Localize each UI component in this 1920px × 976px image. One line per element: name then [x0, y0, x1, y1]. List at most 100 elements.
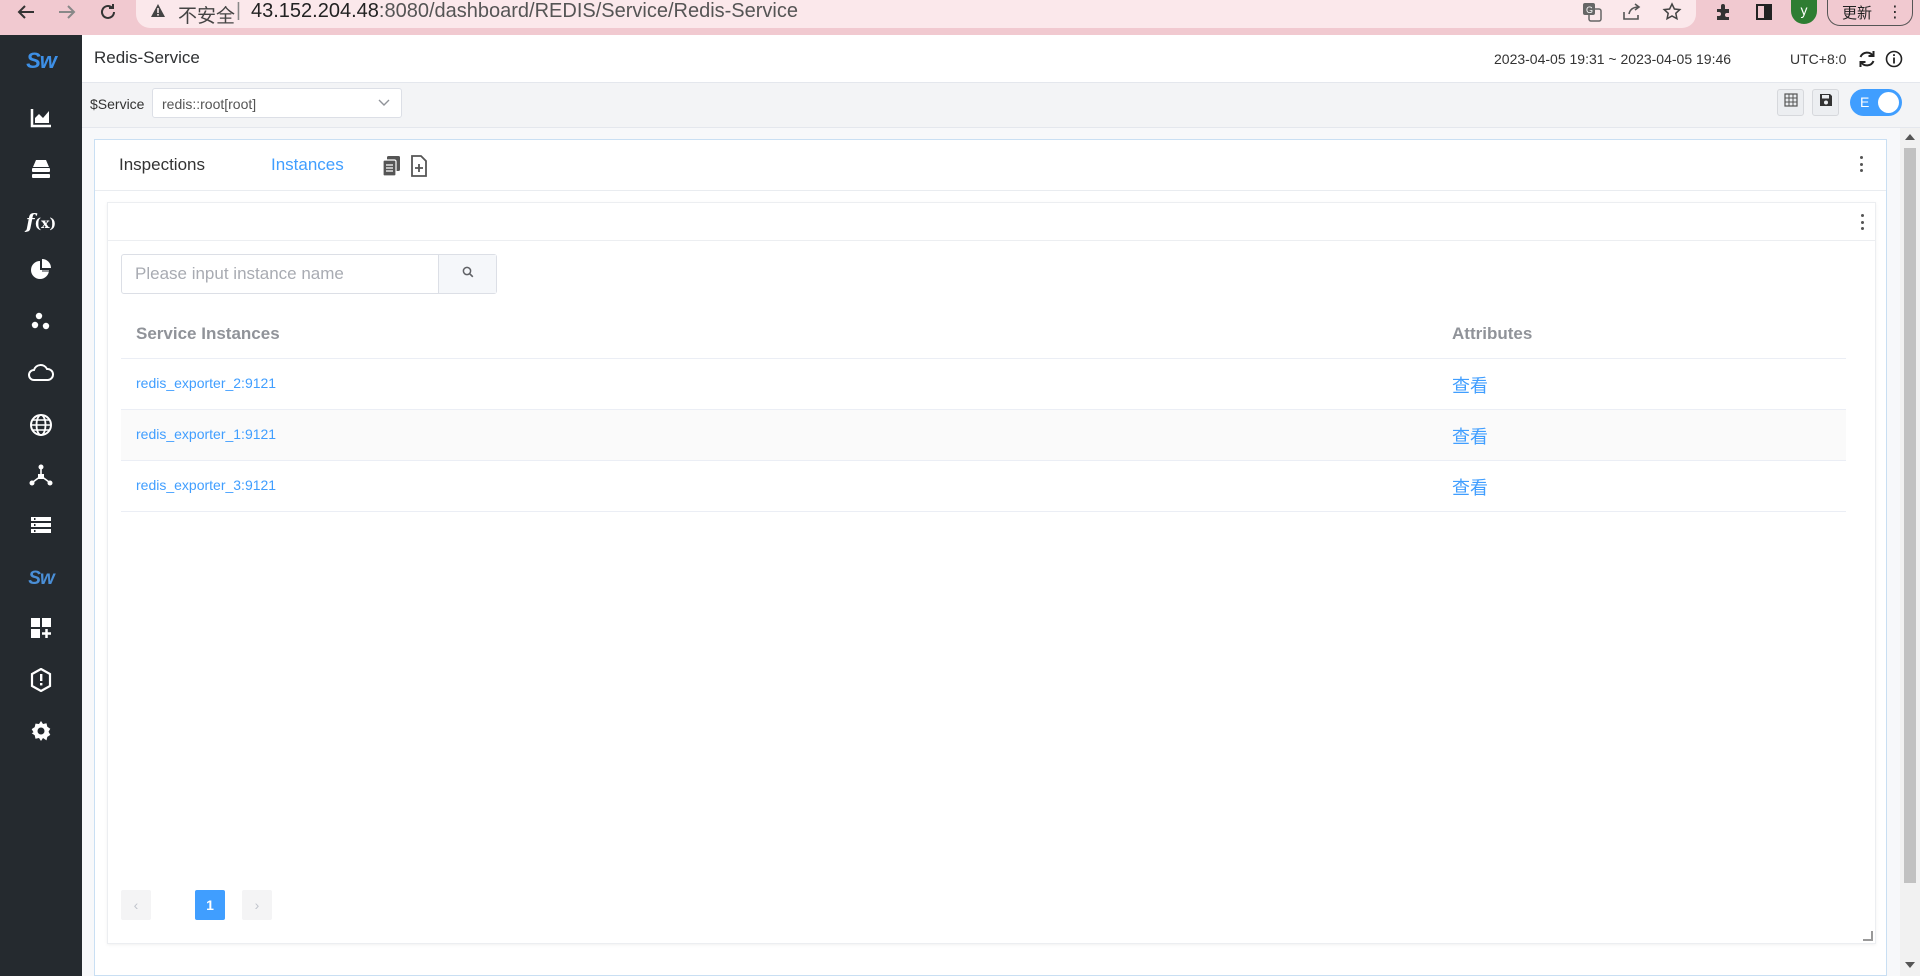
widget-header	[108, 203, 1875, 241]
cloud-icon	[27, 363, 55, 387]
sidebar-item-settings[interactable]	[0, 713, 82, 753]
widget-tabs: Inspections Instances	[95, 140, 1886, 191]
tab-widget: Inspections Instances Please input insta…	[94, 139, 1887, 976]
insecure-label[interactable]: 不安全	[178, 1, 235, 28]
translate-icon[interactable]: G	[1581, 0, 1603, 24]
scroll-down-arrow-icon[interactable]	[1905, 962, 1915, 968]
sidebar-item-alerting[interactable]	[0, 662, 82, 702]
table-row: redis_exporter_2:9121 查看	[121, 359, 1846, 410]
extensions-icon[interactable]	[1713, 0, 1735, 24]
service-select-value: redis::root[root]	[162, 96, 257, 112]
settings-icon	[29, 719, 53, 748]
service-select[interactable]: redis::root[root]	[152, 88, 402, 118]
instances-table: Service Instances Attributes redis_expor…	[121, 308, 1846, 512]
skywalking-icon: Sw	[28, 568, 54, 589]
app-main: Redis-Service 2023-04-05 19:31 ~ 2023-04…	[82, 35, 1920, 976]
grid-icon	[1783, 93, 1798, 112]
save-button[interactable]	[1812, 89, 1839, 116]
instance-link[interactable]: redis_exporter_3:9121	[136, 477, 276, 493]
instance-list-widget: Service Instances Attributes redis_expor…	[107, 202, 1876, 944]
sidebar-item-general[interactable]	[0, 100, 82, 140]
prev-page-button[interactable]: ‹	[121, 890, 151, 920]
info-icon[interactable]	[1884, 49, 1904, 69]
view-attributes-link[interactable]: 查看	[1452, 372, 1488, 398]
page-scrollbar[interactable]	[1900, 128, 1920, 976]
alert-icon	[30, 667, 52, 697]
share-icon[interactable]	[1621, 0, 1643, 24]
chart-area-icon	[30, 108, 52, 133]
view-attributes-link[interactable]: 查看	[1452, 423, 1488, 449]
page: 不安全 | 43.152.204.48:8080/dashboard/REDIS…	[0, 0, 1920, 976]
globe-icon	[29, 413, 53, 442]
dashboard-toolbar: $Service redis::root[root] E	[82, 83, 1920, 128]
url-host: 43.152.204.48	[251, 0, 379, 22]
side-panel-icon[interactable]	[1753, 0, 1775, 24]
add-tab-icon[interactable]	[410, 155, 430, 177]
tab-instances[interactable]: Instances	[271, 155, 344, 175]
sidebar-item-database[interactable]	[0, 151, 82, 191]
url-path: :8080/dashboard/REDIS/Service/Redis-Serv…	[378, 0, 798, 22]
scrollbar-thumb[interactable]	[1904, 148, 1916, 883]
scroll-up-arrow-icon[interactable]	[1905, 134, 1915, 140]
pie-chart-icon	[30, 258, 52, 286]
edit-mode-toggle[interactable]: E	[1850, 89, 1902, 116]
save-icon	[1819, 93, 1833, 112]
table-header: Service Instances Attributes	[121, 308, 1846, 359]
refresh-icon[interactable]	[1857, 49, 1877, 69]
app-header: Redis-Service 2023-04-05 19:31 ~ 2023-04…	[82, 35, 1920, 83]
warning-icon[interactable]	[150, 3, 166, 23]
svg-text:G: G	[1586, 5, 1593, 15]
timezone-label[interactable]: UTC+8:0	[1790, 51, 1846, 67]
page-title: Redis-Service	[94, 48, 200, 67]
add-widget-button[interactable]	[1777, 89, 1804, 116]
sidebar-item-cloud[interactable]	[0, 355, 82, 395]
browser-toolbar: 不安全 | 43.152.204.48:8080/dashboard/REDIS…	[0, 0, 1920, 35]
chevron-down-icon	[377, 95, 391, 114]
cluster-icon	[30, 311, 52, 336]
time-range-picker[interactable]: 2023-04-05 19:31 ~ 2023-04-05 19:46	[1494, 51, 1731, 67]
sidebar-item-functions[interactable]: f(x)	[0, 201, 82, 241]
page-number-current[interactable]: 1	[195, 890, 225, 920]
browser-menu-icon: ⋮	[1887, 4, 1903, 21]
service-variable-label: $Service	[90, 96, 145, 112]
edit-toggle-label: E	[1860, 94, 1870, 110]
back-icon[interactable]	[14, 0, 38, 24]
column-header-instances: Service Instances	[136, 324, 280, 343]
tab-inspections[interactable]: Inspections	[119, 155, 205, 175]
sidebar-item-dashboards[interactable]	[0, 610, 82, 650]
list-icon	[30, 516, 52, 539]
next-page-button[interactable]: ›	[242, 890, 272, 920]
inner-widget-menu-icon[interactable]	[1858, 212, 1866, 232]
table-row: redis_exporter_1:9121 查看	[121, 410, 1846, 461]
skywalking-logo: Sw	[26, 48, 57, 73]
url-text[interactable]: 43.152.204.48:8080/dashboard/REDIS/Servi…	[251, 0, 798, 23]
instance-search	[121, 254, 497, 294]
reload-icon[interactable]	[96, 0, 120, 24]
copy-tab-icon[interactable]	[382, 155, 402, 177]
instance-link[interactable]: redis_exporter_1:9121	[136, 426, 276, 442]
logo[interactable]: Sw	[0, 41, 82, 81]
update-button[interactable]: 更新 ⋮	[1827, 0, 1913, 26]
sidebar: Sw f(x) Sw	[0, 35, 82, 976]
search-input[interactable]	[122, 255, 437, 293]
bookmark-star-icon[interactable]	[1661, 0, 1683, 24]
sidebar-item-skywalking[interactable]: Sw	[0, 559, 82, 599]
profile-avatar[interactable]: y	[1791, 0, 1817, 24]
toggle-knob	[1878, 92, 1899, 113]
sidebar-item-web[interactable]	[0, 407, 82, 447]
widget-menu-icon[interactable]	[1857, 154, 1865, 174]
sidebar-item-service-mesh[interactable]	[0, 303, 82, 343]
sidebar-item-list[interactable]	[0, 507, 82, 547]
column-header-attributes: Attributes	[1452, 324, 1533, 343]
resize-handle-icon[interactable]	[1863, 931, 1873, 941]
search-button[interactable]	[438, 255, 496, 293]
instance-link[interactable]: redis_exporter_2:9121	[136, 375, 276, 391]
network-icon	[29, 464, 53, 491]
dashboard-add-icon	[30, 617, 52, 644]
view-attributes-link[interactable]: 查看	[1452, 474, 1488, 500]
sidebar-item-topology[interactable]	[0, 457, 82, 497]
forward-icon[interactable]	[55, 0, 79, 24]
sidebar-item-browser[interactable]	[0, 252, 82, 292]
function-icon: f(x)	[25, 209, 57, 233]
table-row: redis_exporter_3:9121 查看	[121, 461, 1846, 512]
